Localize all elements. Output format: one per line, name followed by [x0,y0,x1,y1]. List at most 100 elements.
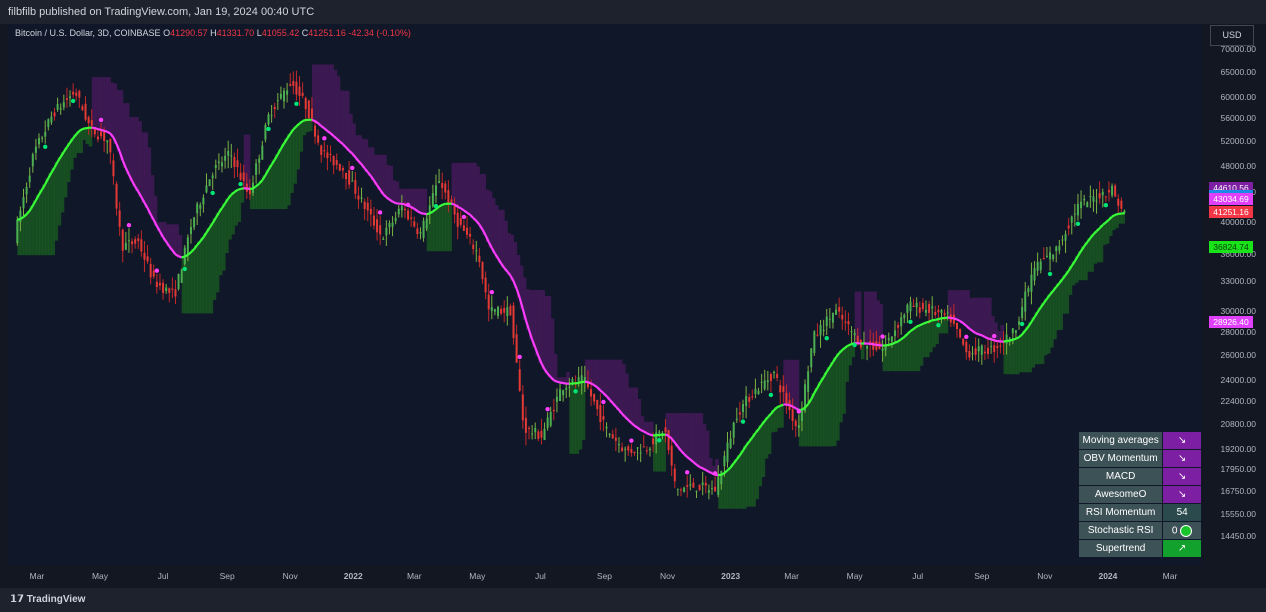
candle-body [357,195,360,200]
candle-body [152,270,155,277]
trend-band [380,154,384,195]
trend-band [925,321,930,358]
trend-ma-line [457,205,462,210]
trend-band [147,147,152,215]
candle-body [993,345,996,353]
candle-body [841,314,844,320]
trend-band [287,133,291,206]
trend-band [1084,242,1088,281]
footer-brand: TradingView [26,594,86,605]
candle-body [78,90,81,98]
signal-label: AwesomeO [1077,485,1164,504]
trend-band [1115,213,1119,229]
y-tick-label: 22400.00 [1220,395,1256,406]
trend-band [411,188,415,209]
trend-band [758,424,763,487]
trend-band [268,164,273,210]
trend-band [175,224,180,257]
candle-body [816,334,819,336]
trend-band [730,463,735,509]
trend-ma-line [975,332,980,336]
candle-body [301,92,304,96]
candle-body [1107,189,1110,193]
trend-ma-line [420,211,424,215]
trend-band [429,211,434,252]
trend-band [752,433,756,507]
trend-ma-line [888,342,893,346]
tradingview-logo[interactable]: 𝟭𝟳 TradingView [10,588,85,612]
trend-band [863,291,868,344]
candle-body [202,197,205,205]
trend-ma-line [925,320,930,324]
candle-body [760,381,763,383]
candle-body [1014,330,1017,333]
candle-body [912,305,915,308]
trend-ma-line [978,333,983,337]
candle-body [946,312,949,314]
candle-body [602,416,605,420]
signal-dot [489,289,495,295]
candle-body [124,242,127,250]
candle-body [1018,321,1021,325]
candle-body [1052,254,1055,260]
trend-band [1040,303,1045,364]
time-axis[interactable]: Mar May Jul Sep Nov 2022 Mar May Jul Sep Nov 2023 Ma… [8,565,1202,585]
x-tick-label: Mar [1162,571,1178,581]
candle-body [1114,185,1117,197]
candle-body [847,321,850,325]
candle-body [434,185,437,196]
trend-ma-line [97,128,102,131]
signal-row: OBV Momentum ↘ [1077,449,1202,468]
candle-body [890,336,893,342]
trend-band [637,398,642,430]
x-tick-label: Sep [974,571,990,581]
trend-band [1037,307,1042,365]
candle-body [388,222,391,228]
trend-band [442,203,446,252]
price-label: 41251.16 [1209,206,1253,219]
candle-body [757,390,760,395]
trend-band [746,441,750,507]
price-chart[interactable] [0,0,1266,612]
trend-band [491,198,496,254]
trend-band [879,304,884,346]
trend-band [256,183,260,210]
candle-body [497,307,500,316]
candle-body [540,430,543,438]
x-tick-label: May [91,571,109,581]
trend-band [699,412,704,469]
candle-body [776,373,779,378]
candle-body [704,482,707,486]
candle-body [769,373,772,382]
candle-body [980,345,983,355]
y-tick-label: 16750.00 [1220,485,1256,496]
candle-body [1011,328,1014,334]
candle-body [410,217,413,219]
trend-band [439,204,443,252]
candle-body [1042,257,1045,260]
signal-label: Stochastic RSI [1077,521,1164,540]
candle-body [403,208,406,211]
candle-body [283,90,286,102]
trend-ma-line [184,253,189,258]
candle-body [673,468,676,482]
candle-body [1027,288,1030,292]
trend-band [20,216,25,256]
trend-ma-line [984,335,989,340]
candle-body [295,81,298,95]
trend-ma-line [559,381,564,385]
trend-ma-line [922,321,927,325]
signal-dot [70,98,76,104]
candle-body [103,131,106,141]
candle-body [84,103,87,120]
signal-dot [377,210,383,215]
price-axis[interactable]: 70000.00 65000.00 60000.00 56000.00 52000.00… [1202,24,1266,565]
candle-body [478,255,481,263]
signal-dot [433,203,439,209]
y-tick-label: 56000.00 [1220,112,1256,123]
candle-body [999,345,1002,347]
signal-dot [43,144,48,149]
signal-value: ↘ [1162,449,1202,468]
candle-body [416,228,419,235]
candle-body [158,282,161,286]
